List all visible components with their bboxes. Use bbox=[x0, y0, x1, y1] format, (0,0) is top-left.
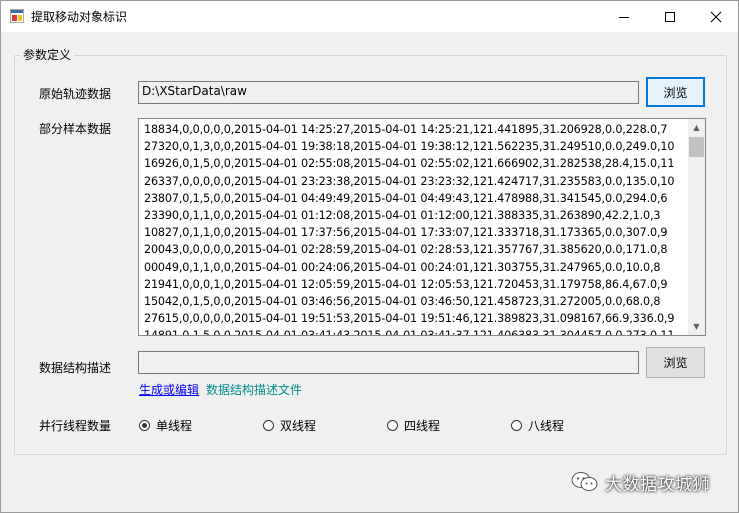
sample-line: 26337,0,0,0,0,0,2015-04-01 23:23:38,2015… bbox=[144, 174, 675, 188]
close-button[interactable] bbox=[693, 1, 739, 32]
sample-line: 14891,0,1,5,0,0,2015-04-01 03:41:43,2015… bbox=[144, 329, 675, 336]
minimize-icon bbox=[619, 16, 629, 18]
radio-unselected-icon bbox=[511, 420, 522, 431]
wechat-icon bbox=[571, 472, 598, 491]
app-icon bbox=[10, 9, 24, 23]
scroll-thumb[interactable] bbox=[689, 137, 704, 157]
close-icon bbox=[710, 11, 722, 22]
window-title: 提取移动对象标识 bbox=[31, 10, 128, 24]
raw-data-browse-button[interactable]: 浏览 bbox=[646, 77, 705, 107]
radio-eight-thread-label: 八线程 bbox=[528, 419, 565, 433]
sample-line: 16926,0,1,5,0,0,2015-04-01 02:55:08,2015… bbox=[144, 157, 675, 171]
radio-double-thread[interactable]: 双线程 bbox=[263, 417, 316, 434]
radio-unselected-icon bbox=[263, 420, 274, 431]
sample-line: 15042,0,1,5,0,0,2015-04-01 03:46:56,2015… bbox=[144, 295, 661, 309]
structure-browse-button[interactable]: 浏览 bbox=[646, 347, 705, 378]
sample-line: 27320,0,1,3,0,0,2015-04-01 19:38:18,2015… bbox=[144, 140, 675, 154]
minimize-button[interactable] bbox=[601, 1, 647, 32]
parameters-group-title: 参数定义 bbox=[20, 46, 75, 63]
radio-unselected-icon bbox=[387, 420, 398, 431]
raw-data-label: 原始轨迹数据 bbox=[39, 87, 112, 101]
structure-label: 数据结构描述 bbox=[39, 361, 112, 375]
generate-or-edit-link[interactable]: 生成或编辑 bbox=[139, 381, 199, 398]
thread-count-label: 并行线程数量 bbox=[39, 419, 112, 433]
watermark: 大数据攻城狮 bbox=[571, 467, 729, 497]
sample-line: 21941,0,0,0,1,0,2015-04-01 12:05:59,2015… bbox=[144, 277, 668, 291]
radio-four-thread[interactable]: 四线程 bbox=[387, 417, 440, 434]
sample-line: 00049,0,1,1,0,0,2015-04-01 00:24:06,2015… bbox=[144, 260, 661, 274]
main-window: 提取移动对象标识 参数定义 原始轨迹数据 D:\XStarData\raw 浏览… bbox=[0, 0, 739, 513]
sample-line: 23807,0,1,5,0,0,2015-04-01 04:49:49,2015… bbox=[144, 191, 668, 205]
sample-line: 23390,0,1,1,0,0,2015-04-01 01:12:08,2015… bbox=[144, 209, 661, 223]
radio-double-thread-label: 双线程 bbox=[280, 419, 317, 433]
structure-path-input[interactable] bbox=[138, 351, 639, 374]
sample-line: 20043,0,0,0,0,0,2015-04-01 02:28:59,2015… bbox=[144, 243, 668, 257]
radio-single-thread-label: 单线程 bbox=[156, 419, 193, 433]
radio-selected-icon bbox=[139, 420, 150, 431]
sample-line: 10827,0,1,1,0,0,2015-04-01 17:37:56,2015… bbox=[144, 226, 668, 240]
sample-line: 18834,0,0,0,0,0,2015-04-01 14:25:27,2015… bbox=[144, 123, 668, 136]
scroll-down-icon[interactable]: ▼ bbox=[688, 318, 705, 335]
scroll-up-icon[interactable]: ▲ bbox=[688, 119, 705, 136]
title-bar: 提取移动对象标识 bbox=[1, 1, 738, 32]
maximize-button[interactable] bbox=[647, 1, 693, 32]
sample-data-label: 部分样本数据 bbox=[39, 122, 112, 136]
watermark-text: 大数据攻城狮 bbox=[605, 474, 710, 495]
sample-line: 27615,0,0,0,0,0,2015-04-01 19:51:53,2015… bbox=[144, 312, 675, 326]
radio-four-thread-label: 四线程 bbox=[404, 419, 441, 433]
sample-data-scrollbar[interactable]: ▲ ▼ bbox=[688, 119, 705, 335]
raw-data-path-input[interactable]: D:\XStarData\raw bbox=[138, 81, 639, 104]
radio-single-thread[interactable]: 单线程 bbox=[139, 417, 192, 434]
sample-data-textarea[interactable]: 18834,0,0,0,0,0,2015-04-01 14:25:27,2015… bbox=[138, 118, 706, 336]
structure-file-link: 数据结构描述文件 bbox=[206, 383, 303, 397]
sample-data-lines: 18834,0,0,0,0,0,2015-04-01 14:25:27,2015… bbox=[144, 121, 684, 336]
maximize-icon bbox=[665, 11, 675, 22]
radio-eight-thread[interactable]: 八线程 bbox=[511, 417, 564, 434]
